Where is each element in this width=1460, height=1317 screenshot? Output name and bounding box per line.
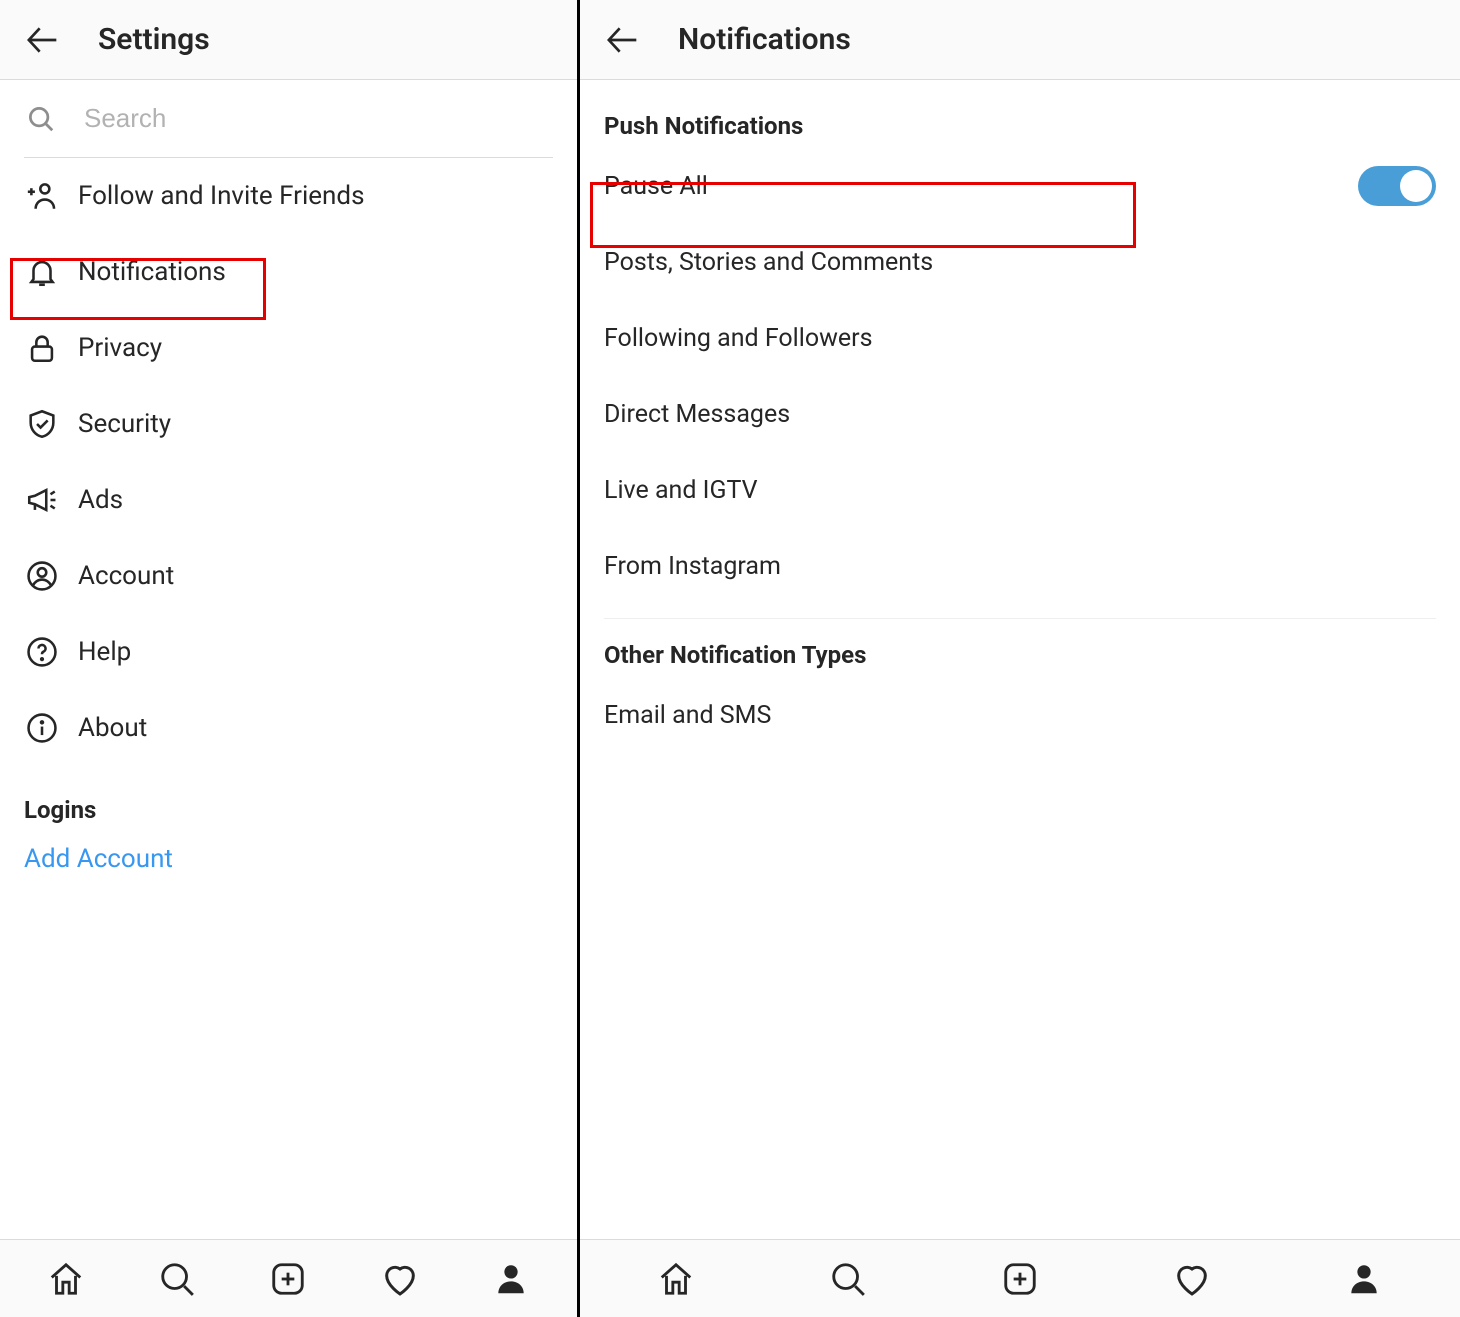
- nav-profile[interactable]: [489, 1257, 533, 1301]
- push-notifications-heading: Push Notifications: [604, 112, 1436, 140]
- notif-label: Email and SMS: [604, 701, 771, 730]
- menu-label: Privacy: [78, 333, 162, 363]
- toggle-knob: [1400, 170, 1432, 202]
- megaphone-icon: [24, 482, 60, 518]
- nav-profile[interactable]: [1342, 1257, 1386, 1301]
- nav-home[interactable]: [44, 1257, 88, 1301]
- profile-icon: [492, 1260, 530, 1298]
- notifications-content: Push Notifications Pause All Posts, Stor…: [580, 80, 1460, 1239]
- search-icon: [829, 1260, 867, 1298]
- notif-posts-stories-comments[interactable]: Posts, Stories and Comments: [604, 224, 1436, 300]
- add-user-icon: [24, 178, 60, 214]
- info-icon: [24, 710, 60, 746]
- notif-live-igtv[interactable]: Live and IGTV: [604, 452, 1436, 528]
- plus-square-icon: [1001, 1260, 1039, 1298]
- menu-label: Ads: [78, 485, 123, 515]
- nav-activity[interactable]: [378, 1257, 422, 1301]
- arrow-left-icon: [603, 20, 643, 60]
- notif-direct-messages[interactable]: Direct Messages: [604, 376, 1436, 452]
- menu-follow-invite[interactable]: Follow and Invite Friends: [24, 158, 553, 234]
- menu-label: Follow and Invite Friends: [78, 181, 365, 211]
- bottom-nav: [0, 1239, 577, 1317]
- nav-home[interactable]: [654, 1257, 698, 1301]
- pause-all-row[interactable]: Pause All: [604, 148, 1436, 224]
- menu-notifications[interactable]: Notifications: [24, 234, 553, 310]
- menu-label: About: [78, 713, 147, 743]
- account-icon: [24, 558, 60, 594]
- bell-icon: [24, 254, 60, 290]
- add-account-link[interactable]: Add Account: [24, 844, 553, 874]
- menu-label: Security: [78, 409, 171, 439]
- heart-icon: [380, 1259, 420, 1299]
- search-icon: [158, 1260, 196, 1298]
- bottom-nav: [580, 1239, 1460, 1317]
- settings-content: Follow and Invite Friends Notifications …: [0, 80, 577, 1239]
- menu-account[interactable]: Account: [24, 538, 553, 614]
- nav-new-post[interactable]: [266, 1257, 310, 1301]
- menu-security[interactable]: Security: [24, 386, 553, 462]
- plus-square-icon: [269, 1260, 307, 1298]
- notif-following-followers[interactable]: Following and Followers: [604, 300, 1436, 376]
- notif-label: From Instagram: [604, 552, 781, 581]
- search-icon: [24, 102, 58, 136]
- notif-label: Following and Followers: [604, 324, 873, 353]
- pause-all-toggle[interactable]: [1358, 166, 1436, 206]
- notif-email-sms[interactable]: Email and SMS: [604, 677, 1436, 753]
- settings-pane: Settings Follow and Invite Friends: [0, 0, 580, 1317]
- search-row[interactable]: [24, 80, 553, 158]
- nav-activity[interactable]: [1170, 1257, 1214, 1301]
- lock-icon: [24, 330, 60, 366]
- menu-label: Notifications: [78, 257, 226, 287]
- notif-label: Posts, Stories and Comments: [604, 248, 933, 277]
- notif-from-instagram[interactable]: From Instagram: [604, 528, 1436, 604]
- help-icon: [24, 634, 60, 670]
- menu-ads[interactable]: Ads: [24, 462, 553, 538]
- other-notifications-heading: Other Notification Types: [604, 641, 1436, 669]
- notif-label: Direct Messages: [604, 400, 790, 429]
- pause-all-label: Pause All: [604, 172, 708, 201]
- page-title: Notifications: [678, 22, 851, 57]
- heart-icon: [1172, 1259, 1212, 1299]
- menu-help[interactable]: Help: [24, 614, 553, 690]
- notifications-pane: Notifications Push Notifications Pause A…: [580, 0, 1460, 1317]
- nav-search[interactable]: [826, 1257, 870, 1301]
- section-divider: [604, 618, 1436, 619]
- arrow-left-icon: [23, 20, 63, 60]
- page-title: Settings: [98, 22, 210, 57]
- shield-icon: [24, 406, 60, 442]
- search-input[interactable]: [84, 103, 553, 134]
- nav-search[interactable]: [155, 1257, 199, 1301]
- profile-icon: [1345, 1260, 1383, 1298]
- back-button[interactable]: [598, 15, 648, 65]
- nav-new-post[interactable]: [998, 1257, 1042, 1301]
- notifications-header: Notifications: [580, 0, 1460, 80]
- home-icon: [657, 1260, 695, 1298]
- home-icon: [47, 1260, 85, 1298]
- notif-label: Live and IGTV: [604, 476, 758, 505]
- settings-header: Settings: [0, 0, 577, 80]
- menu-privacy[interactable]: Privacy: [24, 310, 553, 386]
- menu-label: Help: [78, 637, 131, 667]
- menu-label: Account: [78, 561, 174, 591]
- menu-about[interactable]: About: [24, 690, 553, 766]
- back-button[interactable]: [18, 15, 68, 65]
- logins-heading: Logins: [24, 796, 553, 824]
